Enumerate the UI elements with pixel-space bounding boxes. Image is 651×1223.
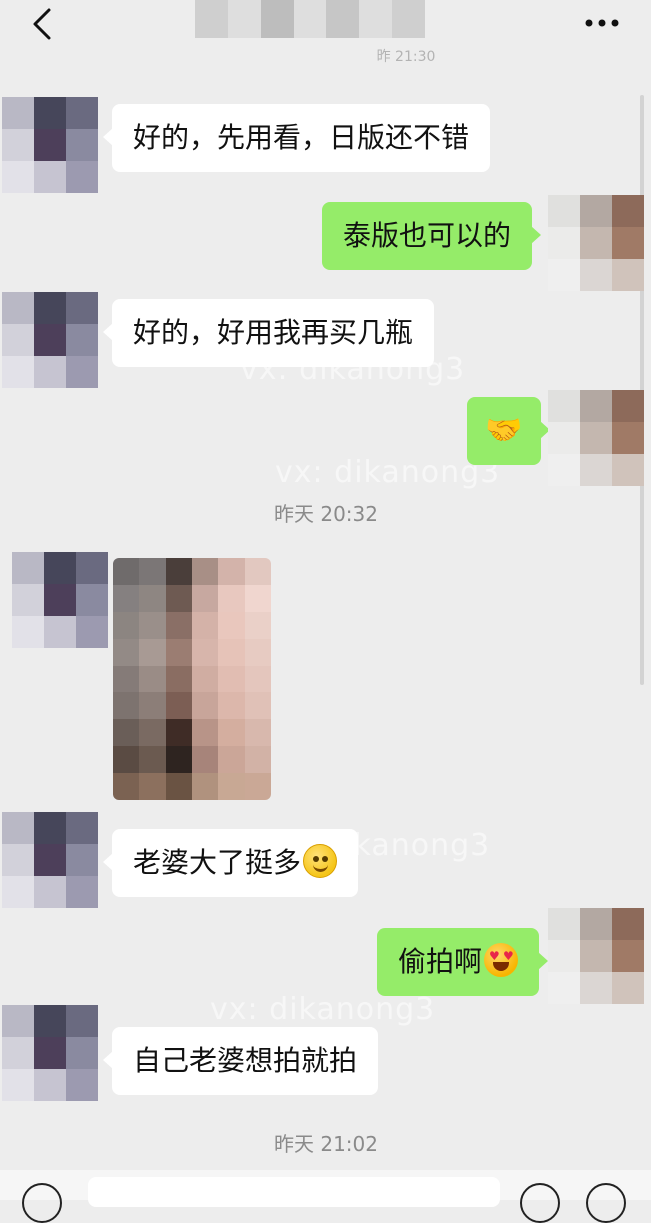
message-text: 好的，好用我再买几瓶 — [133, 316, 414, 349]
message-bubble-incoming[interactable]: 老婆大了挺多 — [102, 829, 359, 897]
my-avatar[interactable] — [548, 390, 644, 486]
contact-avatar[interactable] — [2, 292, 98, 388]
my-avatar[interactable] — [548, 195, 644, 291]
time-separator: 昨天 20:32 — [274, 502, 378, 526]
watermark: vx: dikanong3 — [210, 992, 436, 1027]
contact-avatar[interactable] — [2, 97, 98, 193]
handshake-icon: 🤝 — [485, 413, 523, 448]
ellipsis-icon — [585, 19, 619, 27]
chevron-left-icon — [33, 8, 51, 40]
image-message[interactable] — [113, 558, 271, 800]
message-bubble-outgoing[interactable]: 泰版也可以的 — [322, 202, 542, 270]
contact-avatar[interactable] — [2, 1005, 98, 1101]
plus-icon[interactable] — [586, 1183, 626, 1223]
message-text: 好的，先用看，日版还不错 — [133, 121, 470, 154]
message-bubble-incoming[interactable]: 好的，好用我再买几瓶 — [102, 299, 435, 367]
message-input[interactable] — [88, 1177, 500, 1207]
contact-avatar[interactable] — [12, 552, 108, 648]
chat-title-redacted — [195, 0, 425, 38]
voice-icon[interactable] — [22, 1183, 62, 1223]
photo-thumbnail — [113, 558, 271, 800]
back-button[interactable] — [22, 6, 62, 42]
message-text: 老婆大了挺多 — [133, 846, 302, 879]
heart-eyes-emoji-icon: ♥ ♥ — [484, 943, 519, 977]
watermark: vx: dikanong3 — [275, 455, 501, 490]
message-text: 偷拍啊 — [398, 945, 483, 978]
message-text: 自己老婆想拍就拍 — [133, 1044, 358, 1077]
message-text: 泰版也可以的 — [343, 219, 512, 252]
time-separator-partial: 昨 21:30 — [376, 49, 436, 65]
smile-emoji-icon — [303, 844, 338, 878]
time-separator: 昨天 21:02 — [274, 1132, 378, 1156]
message-bubble-incoming[interactable]: 自己老婆想拍就拍 — [102, 1027, 379, 1095]
message-bubble-incoming[interactable]: 好的，先用看，日版还不错 — [102, 104, 491, 172]
my-avatar[interactable] — [548, 908, 644, 1004]
contact-avatar[interactable] — [2, 812, 98, 908]
emoji-icon[interactable] — [520, 1183, 560, 1223]
more-button[interactable] — [580, 8, 624, 38]
message-bubble-outgoing[interactable]: 偷拍啊 ♥ ♥ — [377, 928, 549, 996]
message-bubble-outgoing[interactable]: 🤝 — [467, 397, 550, 465]
